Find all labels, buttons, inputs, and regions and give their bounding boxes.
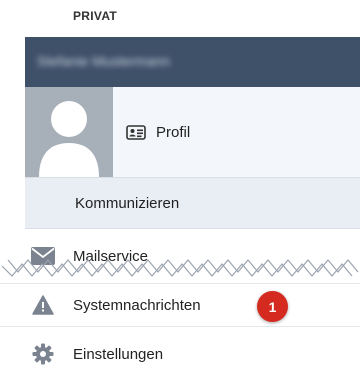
systemnachrichten-label: Systemnachrichten [73, 296, 201, 314]
torn-edge-zigzag [1, 259, 359, 277]
section-title: PRIVAT [73, 9, 118, 23]
user-name: Stefanie Mustermann [37, 53, 171, 69]
profile-row: Profil [25, 87, 360, 177]
communicate-item[interactable]: Kommunizieren [25, 177, 360, 229]
notification-badge[interactable]: 1 [257, 291, 288, 322]
einstellungen-label: Einstellungen [73, 345, 164, 363]
gear-icon [30, 343, 56, 365]
menu-item-einstellungen[interactable]: Einstellungen [0, 334, 360, 374]
communicate-label: Kommunizieren [75, 194, 180, 212]
profile-label: Profil [156, 123, 191, 141]
user-silhouette-icon [39, 101, 99, 177]
avatar[interactable] [25, 87, 113, 177]
profile-link[interactable]: Profil [113, 87, 360, 177]
user-banner: Stefanie Mustermann [25, 37, 360, 87]
id-card-icon [126, 124, 146, 140]
warning-icon [30, 295, 56, 315]
menu-item-systemnachrichten[interactable]: Systemnachrichten [0, 283, 360, 327]
